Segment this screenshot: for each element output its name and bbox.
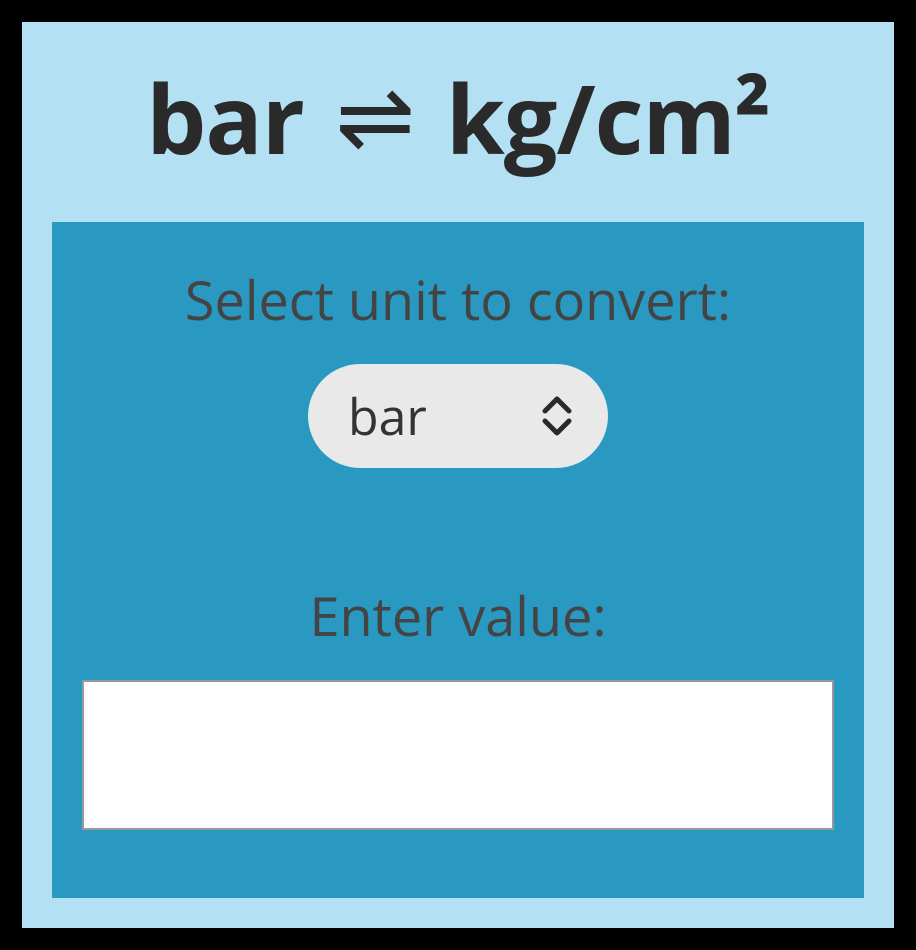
from-unit-label: bar [146,52,304,182]
converter-panel: Select unit to convert: bar Enter value: [52,222,864,898]
select-unit-label: Select unit to convert: [185,262,731,336]
unit-select-wrap: bar [308,364,608,468]
to-unit-label: kg/cm² [446,52,770,182]
converter-container: bar ⇌ kg/cm² Select unit to convert: bar… [22,22,894,928]
swap-arrows-icon: ⇌ [336,48,415,178]
unit-select[interactable]: bar [308,364,608,468]
enter-value-label: Enter value: [309,578,606,652]
value-section: Enter value: [82,578,834,830]
converter-title: bar ⇌ kg/cm² [22,22,894,222]
value-input[interactable] [82,680,834,830]
